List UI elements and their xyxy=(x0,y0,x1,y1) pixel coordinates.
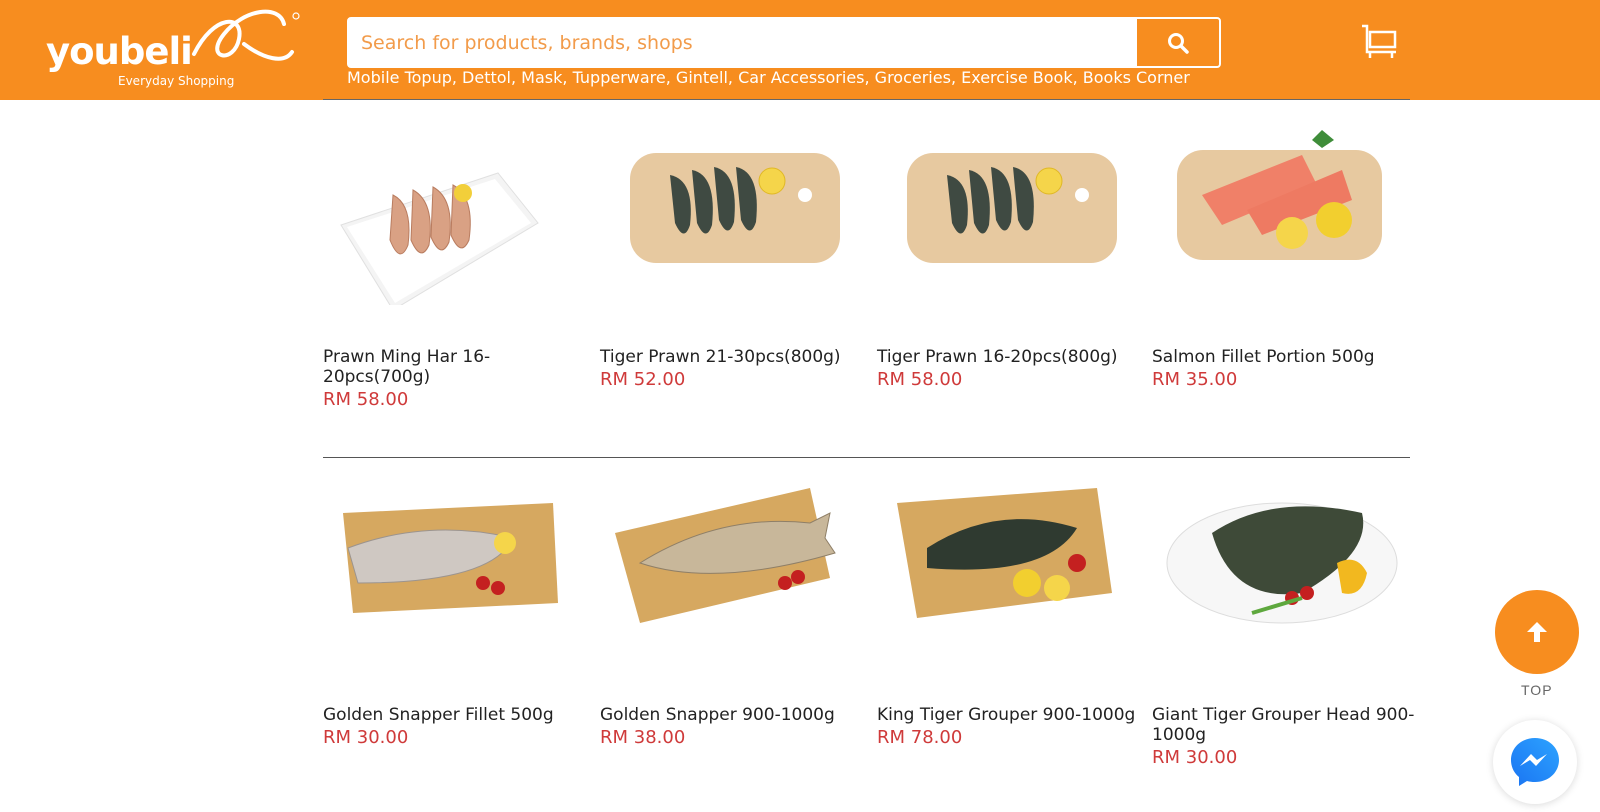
logo-swirl-icon xyxy=(192,9,300,61)
popular-keywords: Mobile Topup, Dettol, Mask, Tupperware, … xyxy=(347,68,1190,87)
product-price: RM 35.00 xyxy=(1152,369,1238,390)
product-image[interactable] xyxy=(1152,473,1402,663)
logo-tagline: Everyday Shopping xyxy=(118,74,235,88)
product-name[interactable]: Golden Snapper Fillet 500g xyxy=(323,705,588,725)
keyword-link[interactable]: Exercise Book xyxy=(961,68,1072,87)
product-name[interactable]: King Tiger Grouper 900-1000g xyxy=(877,705,1142,725)
product-price: RM 52.00 xyxy=(600,369,686,390)
cart-icon[interactable] xyxy=(1360,22,1400,62)
product-card[interactable]: Salmon Fillet Portion 500g RM 35.00 xyxy=(1152,115,1412,390)
keyword-link[interactable]: Groceries xyxy=(875,68,951,87)
keyword-link[interactable]: Gintell xyxy=(676,68,728,87)
product-card[interactable]: Golden Snapper 900-1000g RM 38.00 xyxy=(600,473,860,748)
keyword-link[interactable]: Mask xyxy=(521,68,562,87)
product-name[interactable]: Golden Snapper 900-1000g xyxy=(600,705,865,725)
search-icon xyxy=(1168,32,1189,54)
product-card[interactable]: King Tiger Grouper 900-1000g RM 78.00 xyxy=(877,473,1137,748)
youbeli-logo[interactable]: youbeli Everyday Shopping xyxy=(46,4,300,90)
row-divider xyxy=(323,457,1410,458)
product-card[interactable]: Tiger Prawn 16-20pcs(800g) RM 58.00 xyxy=(877,115,1137,390)
product-name[interactable]: Tiger Prawn 16-20pcs(800g) xyxy=(877,347,1142,367)
section-divider xyxy=(323,99,1410,100)
product-name[interactable]: Prawn Ming Har 16-20pcs(700g) xyxy=(323,347,588,387)
arrow-up-icon xyxy=(1527,622,1547,642)
messenger-icon xyxy=(1511,738,1559,786)
product-price: RM 38.00 xyxy=(600,727,686,748)
product-price: RM 30.00 xyxy=(323,727,409,748)
keyword-link[interactable]: Dettol xyxy=(462,68,511,87)
search-input[interactable] xyxy=(349,19,1135,66)
search-bar xyxy=(347,17,1221,68)
product-card[interactable]: Tiger Prawn 21-30pcs(800g) RM 52.00 xyxy=(600,115,860,390)
product-name[interactable]: Giant Tiger Grouper Head 900-1000g xyxy=(1152,705,1417,745)
keyword-link[interactable]: Tupperware xyxy=(573,68,666,87)
product-card[interactable]: Prawn Ming Har 16-20pcs(700g) RM 58.00 xyxy=(323,115,583,410)
keyword-link[interactable]: Mobile Topup xyxy=(347,68,452,87)
top-label: TOP xyxy=(1521,682,1553,698)
product-card[interactable]: Golden Snapper Fillet 500g RM 30.00 xyxy=(323,473,583,748)
product-price: RM 30.00 xyxy=(1152,747,1238,768)
keyword-link[interactable]: Books Corner xyxy=(1083,68,1190,87)
product-image[interactable] xyxy=(877,115,1127,305)
site-header: youbeli Everyday Shopping Mobile Topup, … xyxy=(0,0,1600,100)
search-button[interactable] xyxy=(1135,19,1219,66)
product-card[interactable]: Giant Tiger Grouper Head 900-1000g RM 30… xyxy=(1152,473,1414,768)
messenger-chat-button[interactable] xyxy=(1493,720,1577,804)
product-price: RM 58.00 xyxy=(323,389,409,410)
product-price: RM 78.00 xyxy=(877,727,963,748)
product-image[interactable] xyxy=(877,473,1127,663)
back-to-top-button[interactable] xyxy=(1495,590,1579,674)
product-image[interactable] xyxy=(323,115,573,311)
product-image[interactable] xyxy=(600,115,850,305)
product-name[interactable]: Tiger Prawn 21-30pcs(800g) xyxy=(600,347,865,367)
product-name[interactable]: Salmon Fillet Portion 500g xyxy=(1152,347,1417,367)
product-image[interactable] xyxy=(1152,115,1402,305)
product-image[interactable] xyxy=(600,473,850,663)
keyword-link[interactable]: Car Accessories xyxy=(738,68,864,87)
logo-wordmark: youbeli xyxy=(46,30,193,73)
product-price: RM 58.00 xyxy=(877,369,963,390)
product-image[interactable] xyxy=(323,473,573,663)
